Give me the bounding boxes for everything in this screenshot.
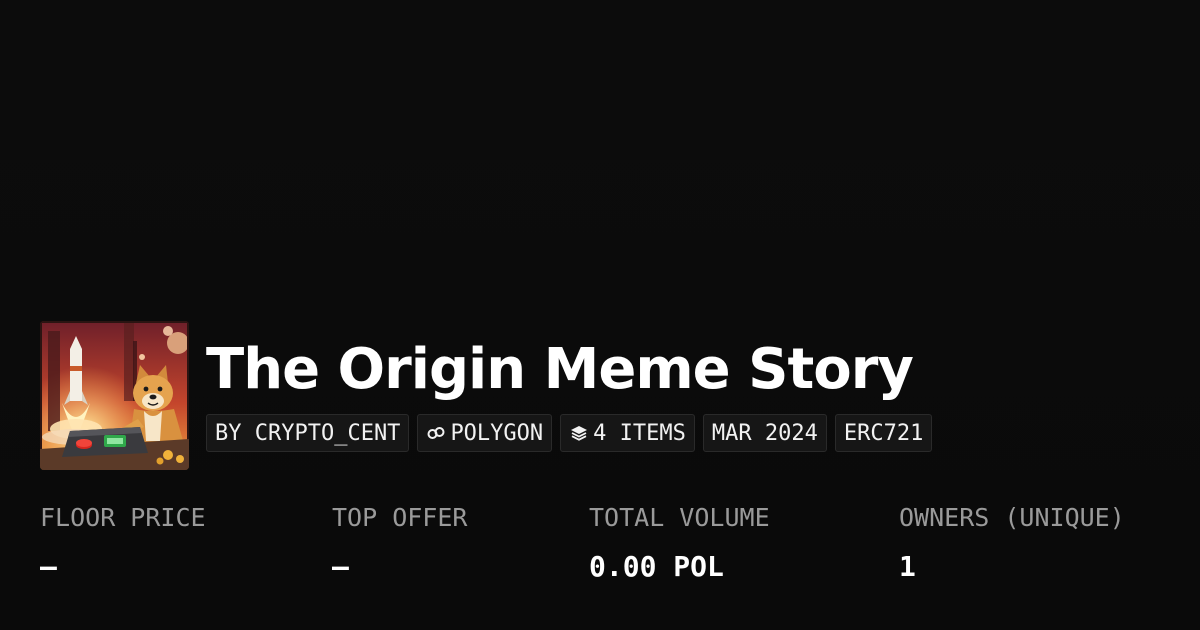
collection-stats: FLOOR PRICE – TOP OFFER – TOTAL VOLUME 0…	[40, 505, 1180, 605]
total-volume-label: TOTAL VOLUME	[589, 503, 770, 532]
collection-title: The Origin Meme Story	[206, 337, 914, 402]
chain-label: POLYGON	[450, 420, 544, 446]
floor-price-value: –	[40, 550, 57, 583]
floor-price-stat: FLOOR PRICE –	[40, 505, 206, 581]
items-label: 4 ITEMS	[593, 420, 686, 446]
top-offer-value: –	[332, 550, 349, 583]
collection-header: The Origin Meme Story BY CRYPTO_CENT POL…	[40, 321, 933, 470]
collection-avatar[interactable]	[40, 321, 189, 470]
doge-rocket-artwork-icon	[40, 321, 189, 470]
layers-icon	[569, 423, 589, 443]
standard-label: ERC721	[843, 420, 924, 446]
top-offer-stat: TOP OFFER –	[332, 505, 467, 581]
collection-meta-chips: BY CRYPTO_CENT POLYGON 4 ITEMS MAR 2024 …	[206, 414, 933, 452]
collection-title-block: The Origin Meme Story BY CRYPTO_CENT POL…	[206, 321, 933, 452]
collection-card: The Origin Meme Story BY CRYPTO_CENT POL…	[0, 0, 1200, 630]
standard-chip: ERC721	[834, 414, 933, 452]
owners-value: 1	[899, 550, 916, 583]
owners-stat: OWNERS (UNIQUE) 1	[899, 505, 1125, 581]
chain-chip[interactable]: POLYGON	[417, 414, 553, 452]
date-chip: MAR 2024	[702, 414, 827, 452]
top-offer-label: TOP OFFER	[332, 503, 468, 532]
items-chip[interactable]: 4 ITEMS	[560, 414, 695, 452]
creator-label: BY CRYPTO_CENT	[215, 420, 401, 446]
date-label: MAR 2024	[711, 420, 818, 446]
total-volume-stat: TOTAL VOLUME 0.00 POL	[589, 505, 770, 581]
polygon-link-icon	[426, 423, 446, 443]
total-volume-value: 0.00 POL	[589, 550, 724, 583]
floor-price-label: FLOOR PRICE	[40, 503, 206, 532]
owners-label: OWNERS (UNIQUE)	[899, 503, 1125, 532]
creator-chip[interactable]: BY CRYPTO_CENT	[206, 414, 410, 452]
